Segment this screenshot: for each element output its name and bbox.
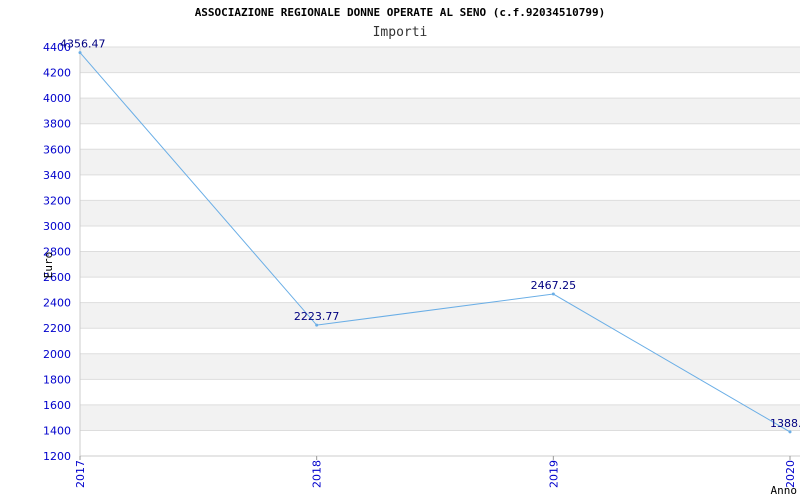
data-point bbox=[788, 430, 792, 434]
data-label: 2467.25 bbox=[531, 279, 577, 292]
grid-band bbox=[80, 98, 800, 124]
y-tick-label: 4000 bbox=[43, 92, 71, 105]
grid-band bbox=[80, 353, 800, 380]
y-tick-label: 1200 bbox=[43, 450, 71, 463]
x-axis-label: Anno bbox=[771, 484, 798, 497]
grid-band bbox=[80, 302, 800, 329]
y-tick-label: 3600 bbox=[43, 143, 71, 156]
y-tick-label: 3200 bbox=[43, 194, 71, 207]
grid-band bbox=[80, 251, 800, 278]
y-tick-label: 3800 bbox=[43, 118, 71, 131]
y-tick-label: 4200 bbox=[43, 67, 71, 80]
y-axis-label: Euro bbox=[42, 252, 55, 279]
y-tick-label: 2200 bbox=[43, 322, 71, 335]
x-tick-label: 2019 bbox=[547, 460, 560, 488]
grid-band bbox=[80, 149, 800, 175]
x-tick-label: 2018 bbox=[311, 460, 324, 488]
line-chart: 1200140016001800200022002400260028003000… bbox=[42, 38, 800, 497]
y-tick-label: 1600 bbox=[43, 399, 71, 412]
grid-band bbox=[80, 47, 800, 73]
data-label: 1388.5 bbox=[770, 417, 800, 430]
x-tick-label: 2017 bbox=[74, 460, 87, 488]
y-tick-label: 3400 bbox=[43, 169, 71, 182]
data-label: 2223.77 bbox=[294, 310, 340, 323]
data-point bbox=[78, 51, 82, 55]
data-point bbox=[551, 292, 555, 296]
y-tick-label: 2000 bbox=[43, 348, 71, 361]
y-tick-label: 1400 bbox=[43, 424, 71, 437]
data-point bbox=[315, 323, 319, 327]
y-tick-label: 1800 bbox=[43, 373, 71, 386]
y-tick-label: 2400 bbox=[43, 297, 71, 310]
data-label: 4356.47 bbox=[60, 38, 106, 51]
y-tick-label: 3000 bbox=[43, 220, 71, 233]
grid-band bbox=[80, 200, 800, 226]
grid-band bbox=[80, 404, 800, 431]
